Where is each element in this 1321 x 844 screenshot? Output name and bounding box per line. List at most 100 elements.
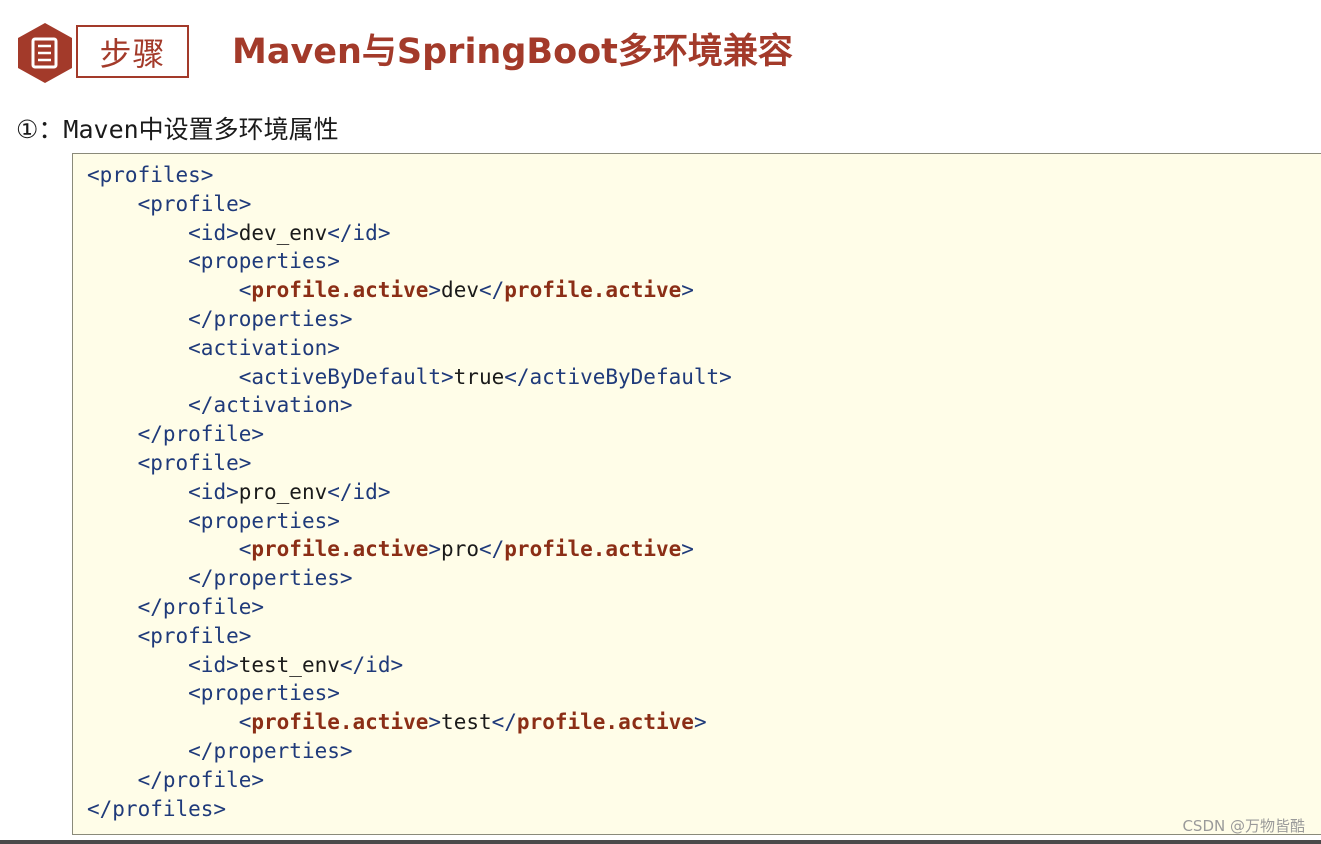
page-title: Maven与SpringBoot多环境兼容 bbox=[232, 32, 793, 72]
code-tag: < bbox=[238, 537, 252, 562]
code-line: </properties> bbox=[87, 305, 732, 334]
code-line: <profile> bbox=[87, 622, 732, 651]
code-tag: </activation> bbox=[188, 393, 353, 418]
code-line: </profile> bbox=[87, 420, 732, 449]
code-tag: <properties> bbox=[188, 249, 340, 274]
code-text: pro bbox=[441, 537, 479, 562]
code-tag: </profile> bbox=[137, 422, 265, 447]
code-tag: <activeByDefault> bbox=[238, 364, 454, 389]
code-tag: <id> bbox=[188, 479, 239, 504]
code-text: test bbox=[441, 710, 492, 735]
code-keyword: profile.active bbox=[504, 278, 682, 303]
code-tag: </profiles> bbox=[87, 796, 227, 821]
code-line: <activation> bbox=[87, 334, 732, 363]
code-tag: <profile> bbox=[137, 623, 252, 648]
code-line: <profile> bbox=[87, 190, 732, 219]
code-tag: </properties> bbox=[188, 738, 353, 763]
code-tag: <activation> bbox=[188, 335, 340, 360]
code-line: <profile.active>test</profile.active> bbox=[87, 708, 732, 737]
step-label: 步骤 bbox=[76, 25, 189, 78]
bottom-bar bbox=[0, 840, 1321, 844]
code-tag: <properties> bbox=[188, 508, 340, 533]
code-keyword: profile.active bbox=[516, 710, 694, 735]
code-line: </profile> bbox=[87, 593, 732, 622]
code-line: <id>test_env</id> bbox=[87, 651, 732, 680]
code-keyword: profile.active bbox=[251, 710, 429, 735]
code-tag: <id> bbox=[188, 652, 239, 677]
code-text: true bbox=[453, 364, 505, 389]
code-block: <profiles> <profile> <id>dev_env</id> <p… bbox=[72, 153, 1321, 835]
code-tag: </ bbox=[491, 710, 517, 735]
code-text: dev_env bbox=[238, 220, 328, 245]
code-tag: </activeByDefault> bbox=[504, 364, 732, 389]
code-line: </properties> bbox=[87, 564, 732, 593]
code-line: <profile.active>dev</profile.active> bbox=[87, 276, 732, 305]
code-line: <properties> bbox=[87, 679, 732, 708]
code-tag: > bbox=[428, 278, 442, 303]
document-icon bbox=[18, 23, 72, 83]
code-tag: > bbox=[428, 710, 442, 735]
code-tag: </properties> bbox=[188, 566, 353, 591]
code-keyword: profile.active bbox=[251, 537, 429, 562]
watermark: CSDN @万物皆酷 bbox=[1182, 817, 1305, 835]
code-tag: <profile> bbox=[137, 191, 252, 216]
code-tag: </id> bbox=[327, 220, 391, 245]
code-tag: <profiles> bbox=[87, 163, 214, 187]
code-tag: > bbox=[681, 537, 694, 562]
code-line: </activation> bbox=[87, 391, 732, 420]
code-line: <properties> bbox=[87, 507, 732, 536]
code-tag: < bbox=[238, 278, 252, 303]
code-tag: </properties> bbox=[188, 306, 353, 331]
code-text: dev bbox=[441, 278, 479, 303]
code-line: </profile> bbox=[87, 766, 732, 795]
code-tag: </profile> bbox=[137, 767, 265, 792]
code-keyword: profile.active bbox=[504, 537, 682, 562]
code-tag: <id> bbox=[188, 220, 239, 245]
slide-header: 步骤 Maven与SpringBoot多环境兼容 bbox=[16, 20, 1296, 84]
section-heading: ①：Maven中设置多环境属性 bbox=[16, 115, 339, 144]
code-tag: < bbox=[238, 710, 252, 735]
code-tag: </ bbox=[478, 537, 505, 562]
code-line: <profiles> bbox=[87, 161, 732, 190]
code-line: </properties> bbox=[87, 737, 732, 766]
code-keyword: profile.active bbox=[251, 278, 429, 303]
code-line: <profile.active>pro</profile.active> bbox=[87, 535, 732, 564]
code-text: test_env bbox=[238, 652, 340, 677]
code-text: pro_env bbox=[238, 479, 328, 504]
code-tag: </ bbox=[478, 278, 505, 303]
code-line: <id>pro_env</id> bbox=[87, 478, 732, 507]
code-lines: <profiles> <profile> <id>dev_env</id> <p… bbox=[87, 161, 732, 823]
code-tag: <profile> bbox=[137, 450, 252, 475]
code-line: <activeByDefault>true</activeByDefault> bbox=[87, 363, 732, 392]
code-line: <profile> bbox=[87, 449, 732, 478]
code-line: <properties> bbox=[87, 247, 732, 276]
code-tag: </id> bbox=[327, 479, 391, 504]
code-tag: > bbox=[693, 710, 707, 735]
code-tag: <properties> bbox=[188, 681, 340, 706]
code-tag: > bbox=[428, 537, 442, 562]
code-tag: </profile> bbox=[137, 594, 265, 619]
code-tag: </id> bbox=[339, 652, 404, 677]
code-line: <id>dev_env</id> bbox=[87, 219, 732, 248]
